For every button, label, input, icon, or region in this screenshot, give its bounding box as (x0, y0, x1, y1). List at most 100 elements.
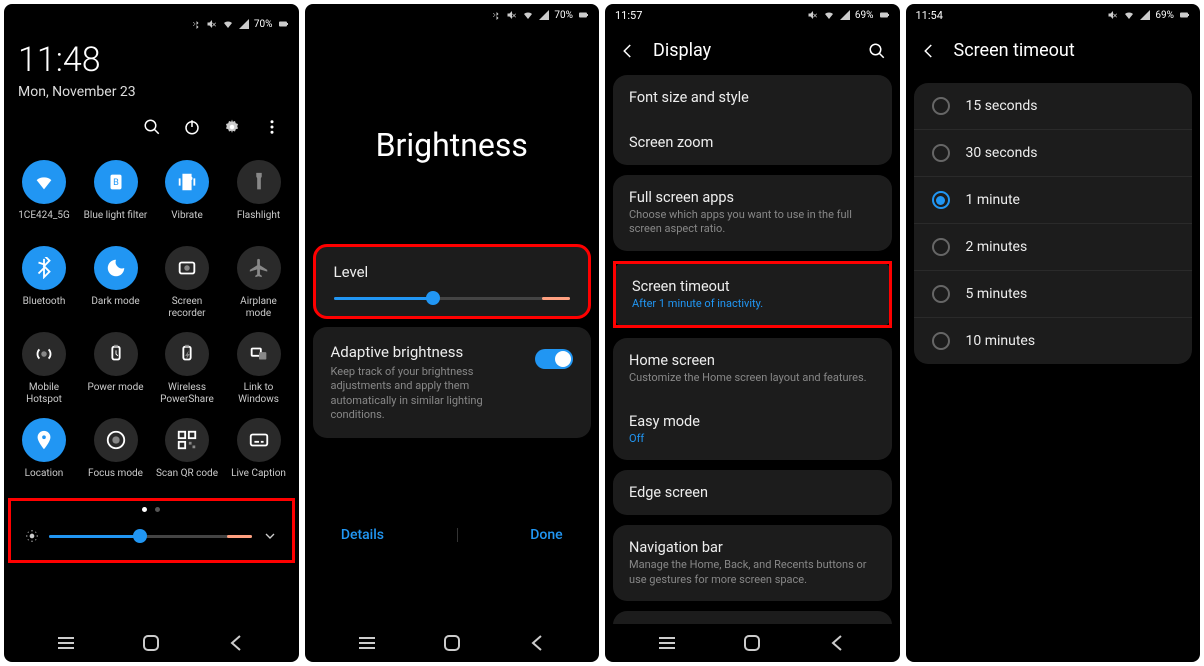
qs-tile-label: Mobile Hotspot (12, 382, 76, 406)
focus-icon (94, 418, 138, 462)
home-button[interactable] (138, 634, 164, 652)
setting-item[interactable]: Easy mode Off (613, 399, 892, 460)
wifi-status-icon (823, 9, 835, 21)
back-button[interactable] (524, 634, 550, 652)
recents-button[interactable] (354, 634, 380, 652)
signal-status-icon (1139, 9, 1151, 21)
setting-title: Edge screen (629, 484, 876, 501)
clock-time: 11:48 (4, 28, 299, 80)
qs-tile-label: Link to Windows (227, 382, 291, 406)
page-title: Brightness (305, 26, 600, 244)
setting-title: Easy mode (629, 413, 876, 430)
battery-status-icon (878, 9, 890, 21)
status-bar: 70% (4, 4, 299, 28)
setting-item[interactable]: Screen zoom (613, 120, 892, 165)
adaptive-desc: Keep track of your brightness adjustment… (331, 365, 524, 422)
qs-tile-bluelight[interactable]: BBlue light filter (84, 160, 148, 234)
setting-item[interactable]: Navigation barManage the Home, Back, and… (613, 525, 892, 601)
status-bar: 11:57 69% (605, 4, 900, 26)
qs-tile-powershare[interactable]: Wireless PowerShare (155, 332, 219, 406)
radio-button[interactable] (932, 238, 950, 256)
setting-item[interactable]: Home screenCustomize the Home screen lay… (613, 338, 892, 399)
qs-tile-darkmode[interactable]: Dark mode (84, 246, 148, 320)
adaptive-brightness-card[interactable]: Adaptive brightness Keep track of your b… (313, 327, 592, 438)
link-icon (237, 332, 281, 376)
setting-item[interactable]: Edge screen (613, 470, 892, 515)
qs-tile-hotspot[interactable]: Mobile Hotspot (12, 332, 76, 406)
nav-bar (305, 624, 600, 662)
settings-list[interactable]: Font size and styleScreen zoom Full scree… (605, 75, 900, 624)
radio-button[interactable] (932, 144, 950, 162)
timeout-option[interactable]: 30 seconds (914, 129, 1193, 176)
gear-icon[interactable] (223, 118, 241, 136)
back-icon[interactable] (920, 42, 938, 60)
setting-item[interactable]: Accidental touch protection (613, 611, 892, 624)
setting-item[interactable]: Screen timeoutAfter 1 minute of inactivi… (613, 261, 892, 328)
brightness-slider[interactable] (49, 535, 252, 538)
caption-icon (237, 418, 281, 462)
timeout-option[interactable]: 1 minute (914, 176, 1193, 223)
mute-status-icon (807, 9, 819, 21)
page-title: Screen timeout (954, 40, 1075, 61)
qs-tile-bluetooth[interactable]: Bluetooth (12, 246, 76, 320)
recents-button[interactable] (53, 634, 79, 652)
timeout-option[interactable]: 15 seconds (914, 83, 1193, 129)
qs-tile-label: Focus mode (88, 468, 143, 492)
qs-tile-location[interactable]: Location (12, 418, 76, 492)
qs-tile-qr[interactable]: Scan QR code (155, 418, 219, 492)
qs-tile-wifi[interactable]: 1CE424_5G (12, 160, 76, 234)
home-button[interactable] (739, 634, 765, 652)
back-button[interactable] (223, 634, 249, 652)
sun-icon (25, 529, 39, 543)
setting-subtitle: Manage the Home, Back, and Recents butto… (629, 558, 876, 587)
location-icon (22, 418, 66, 462)
radio-button[interactable] (932, 285, 950, 303)
qs-tile-airplane[interactable]: Airplane mode (227, 246, 291, 320)
adaptive-toggle[interactable] (535, 349, 573, 369)
radio-button[interactable] (932, 191, 950, 209)
display-settings-screen: 11:57 69% Display Font size and styleScr… (605, 4, 900, 662)
bluetooth-icon (22, 246, 66, 290)
radio-button[interactable] (932, 332, 950, 350)
more-icon[interactable] (263, 118, 281, 136)
page-dot (155, 507, 160, 512)
qs-tile-power[interactable]: Power mode (84, 332, 148, 406)
chevron-down-icon[interactable] (262, 528, 278, 544)
search-icon[interactable] (868, 42, 886, 60)
page-indicator[interactable] (11, 501, 292, 518)
radio-button[interactable] (932, 97, 950, 115)
qs-tile-flashlight[interactable]: Flashlight (227, 160, 291, 234)
darkmode-icon (94, 246, 138, 290)
bluetooth-status-icon (490, 9, 502, 21)
option-label: 10 minutes (966, 333, 1036, 349)
qs-tile-record[interactable]: Screen recorder (155, 246, 219, 320)
timeout-option[interactable]: 2 minutes (914, 223, 1193, 270)
power-icon (94, 332, 138, 376)
qs-tile-label: Scan QR code (156, 468, 218, 492)
back-button[interactable] (824, 634, 850, 652)
search-icon[interactable] (143, 118, 161, 136)
header: Screen timeout (906, 26, 1201, 75)
qs-tile-label: Wireless PowerShare (155, 382, 219, 406)
recents-button[interactable] (654, 634, 680, 652)
qs-tile-label: Dark mode (91, 296, 139, 320)
qs-tile-focus[interactable]: Focus mode (84, 418, 148, 492)
mute-status-icon (1107, 9, 1119, 21)
setting-subtitle: Off (629, 432, 876, 446)
timeout-option[interactable]: 10 minutes (914, 317, 1193, 364)
svg-text:B: B (113, 178, 119, 188)
setting-item[interactable]: Font size and style (613, 75, 892, 120)
timeout-option[interactable]: 5 minutes (914, 270, 1193, 317)
qs-tile-link[interactable]: Link to Windows (227, 332, 291, 406)
qs-tile-vibrate[interactable]: Vibrate (155, 160, 219, 234)
brightness-slider[interactable] (334, 297, 571, 300)
details-button[interactable]: Details (341, 527, 384, 543)
setting-item[interactable]: Full screen appsChoose which apps you wa… (613, 175, 892, 251)
qs-tile-label: Flashlight (237, 210, 280, 234)
brightness-panel: 70% Brightness Level Adaptive brightness… (305, 4, 600, 662)
back-icon[interactable] (619, 42, 637, 60)
done-button[interactable]: Done (530, 527, 562, 543)
home-button[interactable] (439, 634, 465, 652)
power-icon[interactable] (183, 118, 201, 136)
qs-tile-caption[interactable]: Live Caption (227, 418, 291, 492)
